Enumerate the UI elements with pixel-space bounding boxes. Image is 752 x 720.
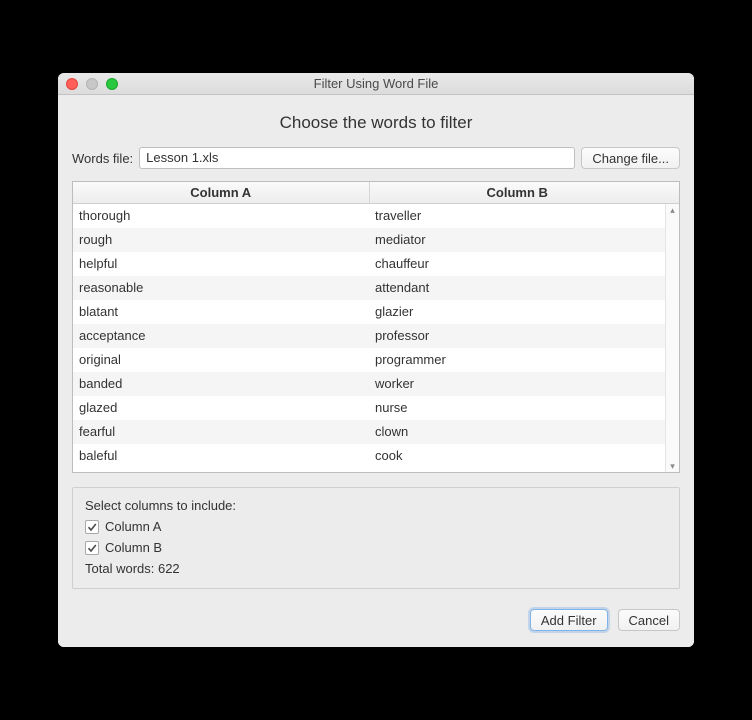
minimize-icon <box>86 78 98 90</box>
cell-b: nurse <box>369 396 665 420</box>
dialog-actions: Add Filter Cancel <box>72 609 680 631</box>
change-file-button[interactable]: Change file... <box>581 147 680 169</box>
table-header: Column A Column B <box>73 182 679 204</box>
cell-b: professor <box>369 324 665 348</box>
cell-a: rough <box>73 228 369 252</box>
check-icon <box>87 522 97 532</box>
file-row: Words file: Lesson 1.xls Change file... <box>72 147 680 169</box>
scroll-down-icon[interactable]: ▾ <box>666 460 679 472</box>
cell-a: fearful <box>73 420 369 444</box>
columns-group-title: Select columns to include: <box>85 498 667 513</box>
window-title: Filter Using Word File <box>58 76 694 91</box>
table-row[interactable]: acceptanceprofessor <box>73 324 665 348</box>
words-table: Column A Column B thoroughtravellerrough… <box>72 181 680 473</box>
dialog-body: Choose the words to filter Words file: L… <box>58 95 694 647</box>
cell-b: attendant <box>369 276 665 300</box>
table-row[interactable]: thoroughtraveller <box>73 204 665 228</box>
cell-a: helpful <box>73 252 369 276</box>
check-icon <box>87 543 97 553</box>
checkbox-column-b[interactable] <box>85 541 99 555</box>
table-row[interactable]: glazednurse <box>73 396 665 420</box>
dialog-heading: Choose the words to filter <box>72 113 680 133</box>
cell-b: mediator <box>369 228 665 252</box>
cell-a: banded <box>73 372 369 396</box>
table-row[interactable]: bandedworker <box>73 372 665 396</box>
table-row[interactable]: blatantglazier <box>73 300 665 324</box>
cell-a: thorough <box>73 204 369 228</box>
cell-b: clown <box>369 420 665 444</box>
titlebar: Filter Using Word File <box>58 73 694 95</box>
table-row[interactable]: originalprogrammer <box>73 348 665 372</box>
cancel-button[interactable]: Cancel <box>618 609 680 631</box>
cell-b: chauffeur <box>369 252 665 276</box>
words-file-input[interactable]: Lesson 1.xls <box>139 147 575 169</box>
checkbox-label-b: Column B <box>105 540 162 555</box>
table-row[interactable]: roughmediator <box>73 228 665 252</box>
cell-a: baleful <box>73 444 369 468</box>
scroll-up-icon[interactable]: ▴ <box>666 204 679 216</box>
close-icon[interactable] <box>66 78 78 90</box>
zoom-icon[interactable] <box>106 78 118 90</box>
table-row[interactable]: reasonableattendant <box>73 276 665 300</box>
window-controls <box>58 78 118 90</box>
file-label: Words file: <box>72 151 133 166</box>
columns-group: Select columns to include: Column A Colu… <box>72 487 680 589</box>
cell-a: glazed <box>73 396 369 420</box>
dialog-window: Filter Using Word File Choose the words … <box>58 73 694 647</box>
column-header-a[interactable]: Column A <box>73 182 370 203</box>
table-row[interactable]: fearfulclown <box>73 420 665 444</box>
cell-a: reasonable <box>73 276 369 300</box>
cell-b: programmer <box>369 348 665 372</box>
cell-b: worker <box>369 372 665 396</box>
column-header-b[interactable]: Column B <box>370 182 680 203</box>
table-row[interactable]: balefulcook <box>73 444 665 468</box>
scrollbar-vertical[interactable]: ▴ ▾ <box>665 204 679 472</box>
table-row[interactable]: helpfulchauffeur <box>73 252 665 276</box>
cell-a: blatant <box>73 300 369 324</box>
checkbox-column-a[interactable] <box>85 520 99 534</box>
cell-b: glazier <box>369 300 665 324</box>
cell-b: cook <box>369 444 665 468</box>
total-words-label: Total words: 622 <box>85 561 667 576</box>
checkbox-label-a: Column A <box>105 519 161 534</box>
cell-b: traveller <box>369 204 665 228</box>
add-filter-button[interactable]: Add Filter <box>530 609 608 631</box>
cell-a: original <box>73 348 369 372</box>
table-body: thoroughtravellerroughmediatorhelpfulcha… <box>73 204 679 472</box>
cell-a: acceptance <box>73 324 369 348</box>
